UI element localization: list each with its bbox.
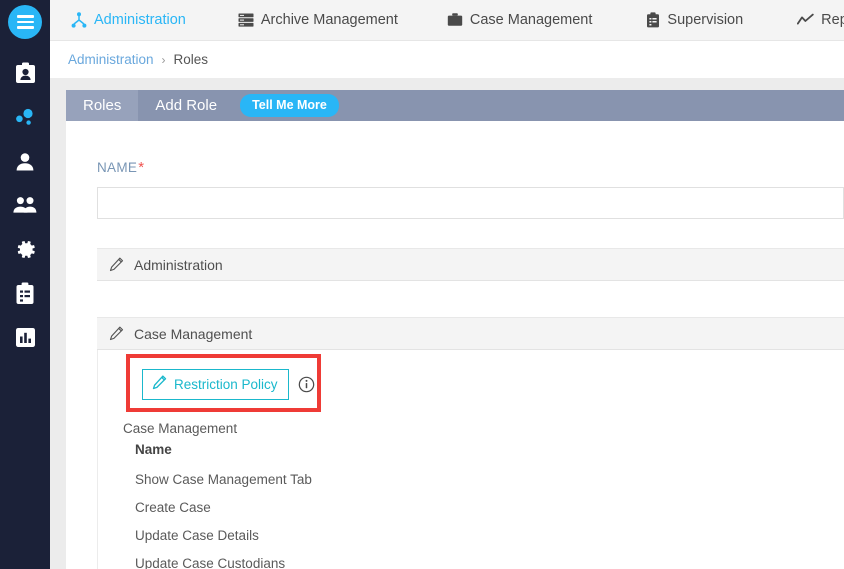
hamburger-menu-icon[interactable] <box>8 5 42 39</box>
permission-row[interactable]: Update Case Details <box>123 521 523 549</box>
pencil-icon <box>152 375 167 393</box>
briefcase-icon <box>447 12 463 28</box>
section-header-case-management[interactable]: Case Management <box>97 317 844 350</box>
rail-item-network[interactable] <box>0 95 50 139</box>
name-input[interactable] <box>97 187 844 219</box>
name-label-text: NAME <box>97 160 138 175</box>
case-management-section-body: Restriction Policy Case Management Name … <box>97 350 844 569</box>
tab-add-role[interactable]: Add Role <box>138 90 235 121</box>
nav-label-reports: Reports <box>821 12 844 28</box>
hamburger-bar <box>16 15 34 18</box>
section-title-administration: Administration <box>134 256 223 273</box>
nav-item-case-management[interactable]: Case Management <box>443 0 597 41</box>
info-circle-icon[interactable] <box>298 376 315 393</box>
rail-item-reports[interactable] <box>0 315 50 359</box>
clipboard-icon <box>15 282 35 305</box>
nav-label-case-management: Case Management <box>469 12 593 28</box>
rail-item-clipboard[interactable] <box>0 271 50 315</box>
clipboard-icon <box>646 12 660 28</box>
nav-label-archive-management: Archive Management <box>260 12 398 28</box>
nav-item-administration[interactable]: Administration <box>67 0 190 41</box>
users-group-icon <box>12 195 38 215</box>
permission-column-header-name: Name <box>135 442 172 457</box>
left-sidebar-rail <box>0 0 50 569</box>
nav-label-administration: Administration <box>94 12 186 28</box>
bar-chart-icon <box>15 327 36 348</box>
tab-strip: Roles Add Role Tell Me More <box>66 90 844 121</box>
name-field-group: NAME* <box>97 159 844 219</box>
chart-line-icon <box>797 13 814 27</box>
restriction-policy-row: Restriction Policy <box>142 369 315 400</box>
breadcrumb-separator-icon: › <box>161 52 166 67</box>
id-badge-icon <box>15 62 36 85</box>
permission-row[interactable]: Create Case <box>123 493 523 521</box>
hamburger-bar <box>16 26 34 29</box>
gear-icon <box>14 238 37 261</box>
user-icon <box>14 151 36 172</box>
hamburger-bar <box>16 20 34 24</box>
section-header-administration[interactable]: Administration <box>97 248 844 281</box>
breadcrumb: Administration › Roles <box>50 41 844 78</box>
nav-item-archive-management[interactable]: Archive Management <box>234 0 402 41</box>
required-asterisk: * <box>138 159 145 176</box>
tab-roles[interactable]: Roles <box>66 90 139 121</box>
name-field-label: NAME* <box>97 160 144 175</box>
pencil-icon <box>109 326 124 341</box>
section-title-case-management: Case Management <box>134 325 253 342</box>
breadcrumb-current-roles: Roles <box>173 52 209 67</box>
sitemap-icon <box>71 12 87 28</box>
nav-label-supervision: Supervision <box>667 12 744 28</box>
permission-row[interactable]: Update Case Custodians <box>123 549 523 569</box>
nav-item-supervision[interactable]: Supervision <box>642 0 747 41</box>
permission-table: Name Show Case Management Tab Create Cas… <box>123 442 523 569</box>
restriction-policy-button[interactable]: Restriction Policy <box>142 369 289 400</box>
restriction-policy-button-label: Restriction Policy <box>174 376 278 392</box>
server-stack-icon <box>238 12 254 28</box>
breadcrumb-link-administration[interactable]: Administration <box>68 52 154 67</box>
rail-item-settings[interactable] <box>0 227 50 271</box>
tell-me-more-button[interactable]: Tell Me More <box>240 94 339 117</box>
rail-item-users-group[interactable] <box>0 183 50 227</box>
rail-item-user[interactable] <box>0 139 50 183</box>
permission-group-title: Case Management <box>123 421 238 436</box>
add-role-form-card: NAME* Administration Case Management Res… <box>66 121 844 569</box>
pencil-icon <box>109 257 124 272</box>
network-nodes-icon <box>14 107 36 127</box>
top-navigation-bar: Administration Archive Management Case M… <box>50 0 844 41</box>
nav-item-reports[interactable]: Reports <box>793 0 844 41</box>
rail-item-id-badge[interactable] <box>0 51 50 95</box>
permission-row[interactable]: Show Case Management Tab <box>123 465 523 493</box>
